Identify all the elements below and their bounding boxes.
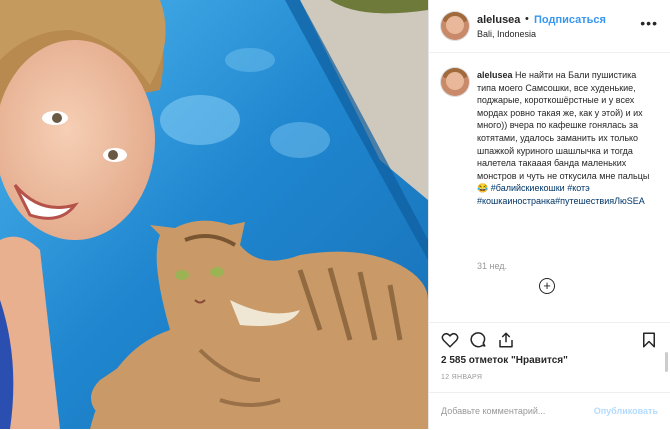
avatar[interactable] (441, 12, 469, 40)
post-date: 12 ЯНВАРЯ (441, 374, 483, 381)
caption-hashtags[interactable]: #балийскиекошки #котэ #кошкаиностранка#п… (477, 183, 645, 206)
post-photo-image (0, 0, 428, 429)
avatar[interactable] (441, 68, 469, 96)
heart-icon[interactable] (441, 331, 459, 349)
share-icon[interactable] (497, 331, 515, 349)
post-caption: alelusea Не найти на Бали пушистика типа… (477, 69, 657, 208)
scrollbar[interactable] (665, 352, 668, 372)
action-bar (429, 322, 670, 355)
follow-button[interactable]: Подписаться (534, 14, 606, 26)
comment-input[interactable]: Добавьте комментарий... (441, 406, 545, 416)
post-header: alelusea • Подписаться Bali, Indonesia •… (429, 0, 670, 53)
username-link[interactable]: alelusea (477, 14, 520, 26)
likes-count[interactable]: 2 585 отметок "Нравится" (441, 355, 568, 366)
caption-text: Не найти на Бали пушистика типа моего Са… (477, 70, 650, 194)
comment-age: 31 нед. (477, 261, 508, 271)
location-link[interactable]: Bali, Indonesia (477, 29, 536, 39)
add-comment-form: Добавьте комментарий... Опубликовать (429, 392, 670, 430)
post-photo[interactable] (0, 0, 428, 429)
caption-username[interactable]: alelusea (477, 70, 513, 80)
load-more-comments-button[interactable]: + (539, 278, 555, 294)
bookmark-icon[interactable] (640, 331, 658, 349)
plus-icon: + (543, 278, 551, 293)
comments-section[interactable]: alelusea Не найти на Бали пушистика типа… (429, 52, 670, 372)
post-comment-button[interactable]: Опубликовать (594, 406, 658, 416)
separator-dot: • (525, 13, 529, 25)
comment-icon[interactable] (469, 331, 487, 349)
more-horizontal-icon[interactable]: ••• (640, 15, 658, 31)
post-details-panel: alelusea • Подписаться Bali, Indonesia •… (428, 0, 670, 429)
